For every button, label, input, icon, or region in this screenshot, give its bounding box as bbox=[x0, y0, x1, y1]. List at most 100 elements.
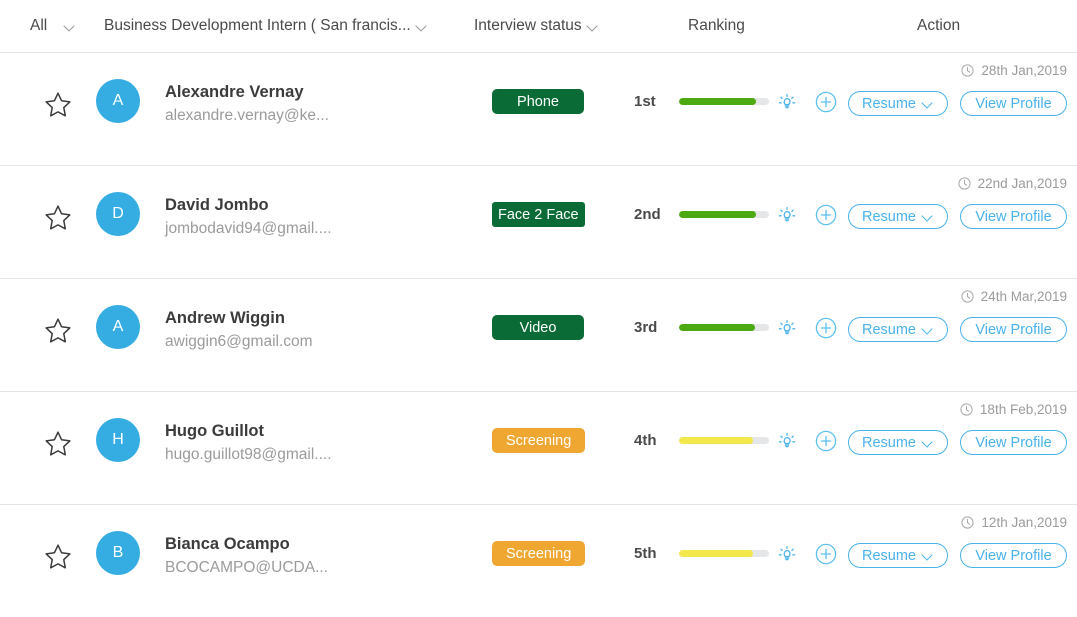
view-profile-button[interactable]: View Profile bbox=[960, 204, 1067, 229]
ranking-progress-bar bbox=[679, 211, 769, 218]
chevron-down-icon bbox=[923, 324, 934, 335]
candidate-email: jombodavid94@gmail.... bbox=[165, 220, 332, 237]
clock-icon bbox=[960, 403, 973, 416]
status-badge: Video bbox=[492, 315, 584, 340]
column-header-job[interactable]: Business Development Intern ( San franci… bbox=[104, 0, 429, 52]
candidate-name: David Jombo bbox=[165, 196, 269, 214]
plus-circle-icon[interactable] bbox=[815, 317, 837, 339]
column-header-action: Action bbox=[917, 0, 960, 52]
view-profile-button[interactable]: View Profile bbox=[960, 317, 1067, 342]
candidate-info: Andrew Wiggin awiggin6@gmail.com bbox=[165, 307, 465, 355]
ranking-progress-fill bbox=[679, 324, 755, 331]
star-outline-icon[interactable] bbox=[42, 541, 74, 573]
avatar: A bbox=[96, 79, 140, 123]
table-body: A Alexandre Vernay alexandre.vernay@ke... P… bbox=[0, 53, 1077, 617]
resume-button[interactable]: Resume bbox=[848, 204, 948, 229]
plus-circle-icon[interactable] bbox=[815, 543, 837, 565]
view-profile-button-label: View Profile bbox=[975, 547, 1052, 564]
status-badge-label: Face 2 Face bbox=[498, 206, 579, 223]
ranking-progress-bar bbox=[679, 324, 769, 331]
view-profile-button-label: View Profile bbox=[975, 95, 1052, 112]
lightbulb-icon[interactable] bbox=[777, 544, 797, 564]
avatar-initial: H bbox=[112, 431, 124, 448]
avatar-initial: B bbox=[112, 544, 124, 561]
star-outline-icon[interactable] bbox=[42, 89, 74, 121]
candidate-info: Bianca Ocampo BCOCAMPO@UCDA... bbox=[165, 533, 465, 581]
candidate-email: BCOCAMPO@UCDA... bbox=[165, 559, 328, 576]
star-outline-icon[interactable] bbox=[42, 315, 74, 347]
resume-button[interactable]: Resume bbox=[848, 543, 948, 568]
resume-button-label: Resume bbox=[862, 208, 916, 225]
column-header-all-label: All bbox=[30, 17, 48, 34]
lightbulb-icon[interactable] bbox=[777, 318, 797, 338]
chevron-down-icon bbox=[923, 550, 934, 561]
view-profile-button[interactable]: View Profile bbox=[960, 91, 1067, 116]
column-header-interview-status-label: Interview status bbox=[474, 17, 582, 34]
candidate-info: Alexandre Vernay alexandre.vernay@ke... bbox=[165, 81, 465, 129]
view-profile-button-label: View Profile bbox=[975, 434, 1052, 451]
column-header-interview-status[interactable]: Interview status bbox=[474, 0, 600, 52]
table-row: B Bianca Ocampo BCOCAMPO@UCDA... Screening 5… bbox=[0, 505, 1077, 617]
avatar-initial: A bbox=[112, 92, 124, 109]
chevron-down-icon bbox=[416, 20, 429, 33]
star-outline-icon[interactable] bbox=[42, 202, 74, 234]
avatar: D bbox=[96, 192, 140, 236]
ranking-position: 3rd bbox=[634, 319, 658, 336]
candidate-name: Bianca Ocampo bbox=[165, 535, 290, 553]
ranking-position: 2nd bbox=[634, 206, 661, 223]
status-badge-label: Phone bbox=[517, 93, 559, 110]
candidates-table: All Business Development Intern ( San fr… bbox=[0, 0, 1077, 617]
plus-circle-icon[interactable] bbox=[815, 430, 837, 452]
column-header-all[interactable]: All bbox=[30, 0, 77, 52]
view-profile-button[interactable]: View Profile bbox=[960, 543, 1067, 568]
resume-button[interactable]: Resume bbox=[848, 91, 948, 116]
clock-icon bbox=[961, 290, 974, 303]
avatar: H bbox=[96, 418, 140, 462]
resume-button-label: Resume bbox=[862, 434, 916, 451]
lightbulb-icon[interactable] bbox=[777, 92, 797, 112]
ranking-position: 4th bbox=[634, 432, 657, 449]
table-row: A Alexandre Vernay alexandre.vernay@ke... P… bbox=[0, 53, 1077, 166]
lightbulb-icon[interactable] bbox=[777, 431, 797, 451]
view-profile-button[interactable]: View Profile bbox=[960, 430, 1067, 455]
avatar: A bbox=[96, 305, 140, 349]
status-badge-label: Video bbox=[519, 319, 557, 336]
applied-date: 12th Jan,2019 bbox=[961, 515, 1067, 530]
status-badge-label: Screening bbox=[506, 432, 572, 449]
chevron-down-icon bbox=[923, 98, 934, 109]
plus-circle-icon[interactable] bbox=[815, 204, 837, 226]
candidate-name: Alexandre Vernay bbox=[165, 83, 304, 101]
plus-circle-icon[interactable] bbox=[815, 91, 837, 113]
candidate-email: awiggin6@gmail.com bbox=[165, 333, 313, 350]
candidate-name: Hugo Guillot bbox=[165, 422, 264, 440]
ranking-progress-fill bbox=[679, 211, 757, 218]
applied-date-label: 12th Jan,2019 bbox=[981, 515, 1067, 530]
star-outline-icon[interactable] bbox=[42, 428, 74, 460]
applied-date: 22nd Jan,2019 bbox=[958, 176, 1067, 191]
candidate-email: hugo.guillot98@gmail.... bbox=[165, 446, 332, 463]
status-badge: Screening bbox=[492, 541, 586, 566]
candidate-info: David Jombo jombodavid94@gmail.... bbox=[165, 194, 465, 242]
applied-date: 24th Mar,2019 bbox=[961, 289, 1067, 304]
status-badge: Screening bbox=[492, 428, 586, 453]
column-header-ranking: Ranking bbox=[688, 0, 745, 52]
ranking-progress-bar bbox=[679, 550, 769, 557]
column-header-action-label: Action bbox=[917, 17, 961, 34]
ranking-progress-bar bbox=[679, 437, 769, 444]
column-header-job-label: Business Development Intern ( San franci… bbox=[104, 17, 411, 34]
avatar-initial: D bbox=[112, 205, 124, 222]
chevron-down-icon bbox=[587, 20, 600, 33]
ranking-position: 5th bbox=[634, 545, 657, 562]
applied-date-label: 22nd Jan,2019 bbox=[977, 176, 1067, 191]
resume-button[interactable]: Resume bbox=[848, 430, 948, 455]
ranking-progress-bar bbox=[679, 98, 769, 105]
view-profile-button-label: View Profile bbox=[975, 321, 1052, 338]
lightbulb-icon[interactable] bbox=[777, 205, 797, 225]
clock-icon bbox=[961, 516, 975, 529]
ranking-position: 1st bbox=[634, 93, 656, 110]
avatar-initial: A bbox=[112, 318, 124, 335]
candidate-email: alexandre.vernay@ke... bbox=[165, 107, 329, 124]
applied-date-label: 24th Mar,2019 bbox=[980, 289, 1067, 304]
resume-button[interactable]: Resume bbox=[848, 317, 948, 342]
table-row: A Andrew Wiggin awiggin6@gmail.com Video 3rd… bbox=[0, 279, 1077, 392]
